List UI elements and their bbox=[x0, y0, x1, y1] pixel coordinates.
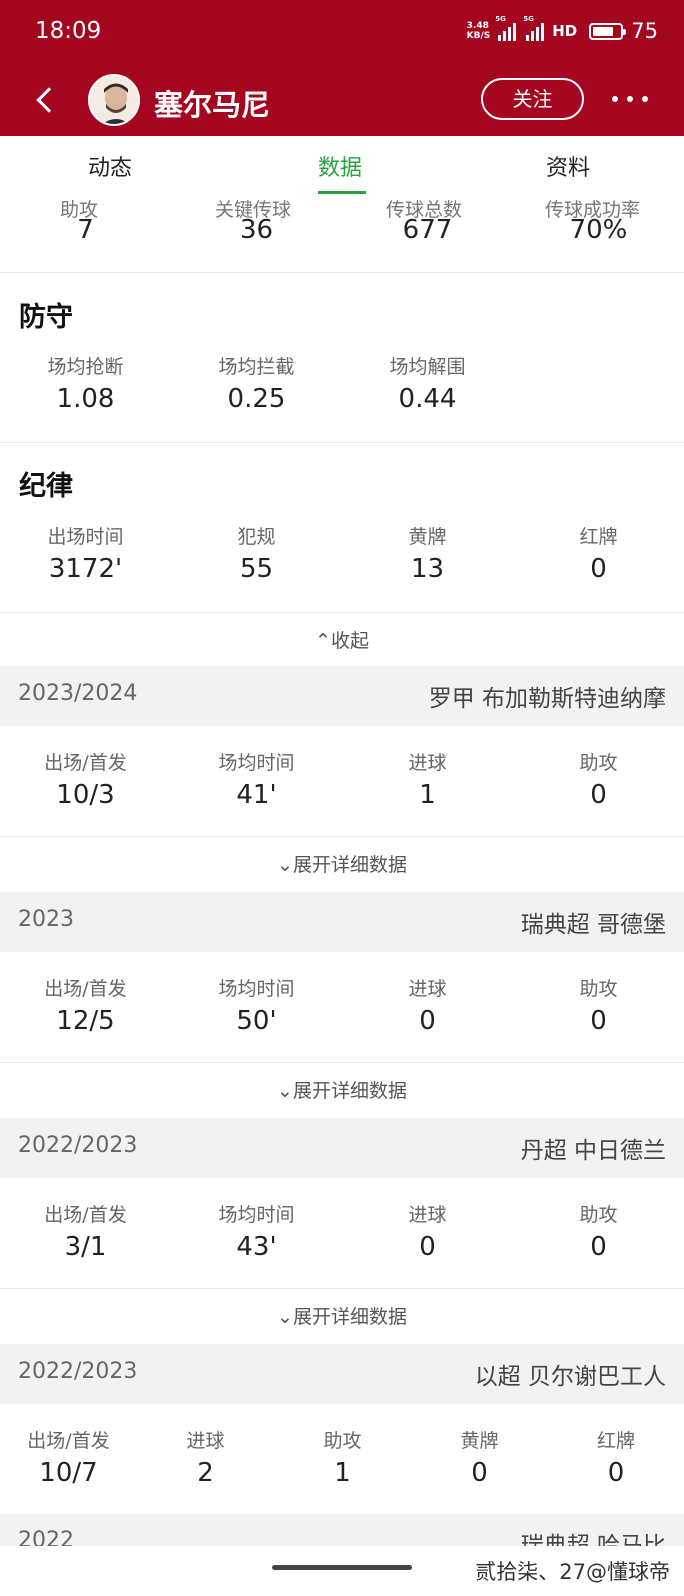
stat-avg-minutes: 场均时间 43' bbox=[218, 1204, 295, 1262]
active-tab-indicator bbox=[318, 191, 366, 194]
divider bbox=[0, 1062, 684, 1063]
passing-stats-row: 助攻 7 关键传球 36 传球总数 677 传球成功率 70% bbox=[0, 199, 684, 270]
defense-stats-row: 场均抢断 1.08 场均拦截 0.25 场均解围 0.44 bbox=[0, 352, 684, 432]
hd-icon: HD bbox=[552, 22, 578, 40]
app-header: 18:09 3.48 KB/S 5G 5G HD 75 塞尔马尼 关注 bbox=[0, 0, 684, 136]
divider bbox=[0, 272, 684, 273]
divider bbox=[0, 612, 684, 613]
stat-apps-starts: 出场/首发 3/1 bbox=[44, 1204, 127, 1262]
stat-total-passes: 传球总数 677 bbox=[386, 199, 463, 245]
stat-goals: 进球 1 bbox=[408, 752, 447, 810]
avatar[interactable] bbox=[88, 74, 140, 126]
stat-avg-minutes: 场均时间 41' bbox=[218, 752, 295, 810]
tab-bar: 动态 数据 资料 bbox=[0, 136, 684, 194]
tab-news[interactable]: 动态 bbox=[88, 150, 132, 182]
expand-details-button[interactable]: ⌄展开详细数据 bbox=[0, 1302, 684, 1329]
stat-assists: 助攻 1 bbox=[323, 1430, 362, 1488]
season-header: 2023 瑞典超 哥德堡 bbox=[0, 892, 684, 952]
defense-title: 防守 bbox=[19, 302, 73, 333]
divider bbox=[0, 442, 684, 443]
battery-percent: 75 bbox=[631, 19, 658, 43]
stat-goals: 进球 2 bbox=[186, 1430, 225, 1488]
season-header: 2022/2023 以超 贝尔谢巴工人 bbox=[0, 1344, 684, 1404]
discipline-title: 纪律 bbox=[19, 471, 73, 502]
stat-red-cards: 红牌 0 bbox=[579, 526, 618, 584]
stat-assists: 助攻 0 bbox=[579, 1204, 618, 1262]
stat-apps-starts: 出场/首发 12/5 bbox=[44, 978, 127, 1036]
stat-avg-minutes: 场均时间 50' bbox=[218, 978, 295, 1036]
stat-yellow-cards: 黄牌 13 bbox=[408, 526, 447, 584]
season-stats-row: 出场/首发 12/5 场均时间 50' 进球 0 助攻 0 bbox=[0, 974, 684, 1054]
chevron-down-icon: ⌄ bbox=[277, 854, 293, 876]
stat-apps-starts: 出场/首发 10/7 bbox=[27, 1430, 110, 1488]
season-header: 2022/2023 丹超 中日德兰 bbox=[0, 1118, 684, 1178]
tab-profile[interactable]: 资料 bbox=[546, 150, 590, 182]
stat-pass-accuracy: 传球成功率 70% bbox=[545, 199, 641, 245]
chevron-up-icon: ⌃ bbox=[315, 630, 331, 652]
follow-button[interactable]: 关注 bbox=[481, 78, 584, 120]
stat-assists: 助攻 7 bbox=[60, 199, 99, 245]
stat-tackles: 场均抢断 1.08 bbox=[47, 356, 124, 414]
stat-assists: 助攻 0 bbox=[579, 752, 618, 810]
season-header: 2023/2024 罗甲 布加勒斯特迪纳摩 bbox=[0, 666, 684, 726]
stat-interceptions: 场均拦截 0.25 bbox=[218, 356, 295, 414]
stat-assists: 助攻 0 bbox=[579, 978, 618, 1036]
player-avatar-icon bbox=[90, 76, 138, 124]
more-dots-icon[interactable] bbox=[612, 84, 648, 114]
stat-goals: 进球 0 bbox=[408, 1204, 447, 1262]
battery-icon bbox=[589, 22, 627, 40]
stat-fouls: 犯规 55 bbox=[237, 526, 276, 584]
signal-icon: 5G bbox=[523, 15, 545, 41]
stat-minutes: 出场时间 3172' bbox=[47, 526, 124, 584]
expand-details-button[interactable]: ⌄展开详细数据 bbox=[0, 1076, 684, 1103]
chevron-down-icon: ⌄ bbox=[277, 1080, 293, 1102]
stat-goals: 进球 0 bbox=[408, 978, 447, 1036]
season-stats-row: 出场/首发 10/7 进球 2 助攻 1 黄牌 0 红牌 0 bbox=[0, 1426, 684, 1506]
discipline-stats-row: 出场时间 3172' 犯规 55 黄牌 13 红牌 0 bbox=[0, 522, 684, 602]
signal-icon: 5G bbox=[495, 15, 517, 41]
back-button[interactable] bbox=[32, 83, 62, 117]
status-indicators: 3.48 KB/S 5G 5G HD 75 bbox=[466, 15, 658, 43]
stat-apps-starts: 出场/首发 10/3 bbox=[44, 752, 127, 810]
stat-key-passes: 关键传球 36 bbox=[215, 199, 292, 245]
stat-yellow-cards: 黄牌 0 bbox=[460, 1430, 499, 1488]
season-stats-row: 出场/首发 3/1 场均时间 43' 进球 0 助攻 0 bbox=[0, 1200, 684, 1280]
divider bbox=[0, 1288, 684, 1289]
net-speed: 3.48 KB/S bbox=[466, 21, 491, 41]
status-bar: 18:09 3.48 KB/S 5G 5G HD 75 bbox=[0, 0, 684, 66]
player-name: 塞尔马尼 bbox=[154, 88, 271, 122]
nav-row: 塞尔马尼 关注 bbox=[0, 70, 684, 130]
collapse-button[interactable]: ⌃收起 bbox=[0, 626, 684, 653]
home-indicator[interactable] bbox=[272, 1565, 412, 1570]
tab-data[interactable]: 数据 bbox=[318, 150, 362, 182]
status-time: 18:09 bbox=[35, 18, 102, 44]
chevron-down-icon: ⌄ bbox=[277, 1306, 293, 1328]
divider bbox=[0, 836, 684, 837]
expand-details-button[interactable]: ⌄展开详细数据 bbox=[0, 850, 684, 877]
watermark: 贰拾柒、27@懂球帝 bbox=[475, 1560, 670, 1584]
stat-clearances: 场均解围 0.44 bbox=[389, 356, 466, 414]
season-stats-row: 出场/首发 10/3 场均时间 41' 进球 1 助攻 0 bbox=[0, 748, 684, 828]
stat-red-cards: 红牌 0 bbox=[596, 1430, 635, 1488]
